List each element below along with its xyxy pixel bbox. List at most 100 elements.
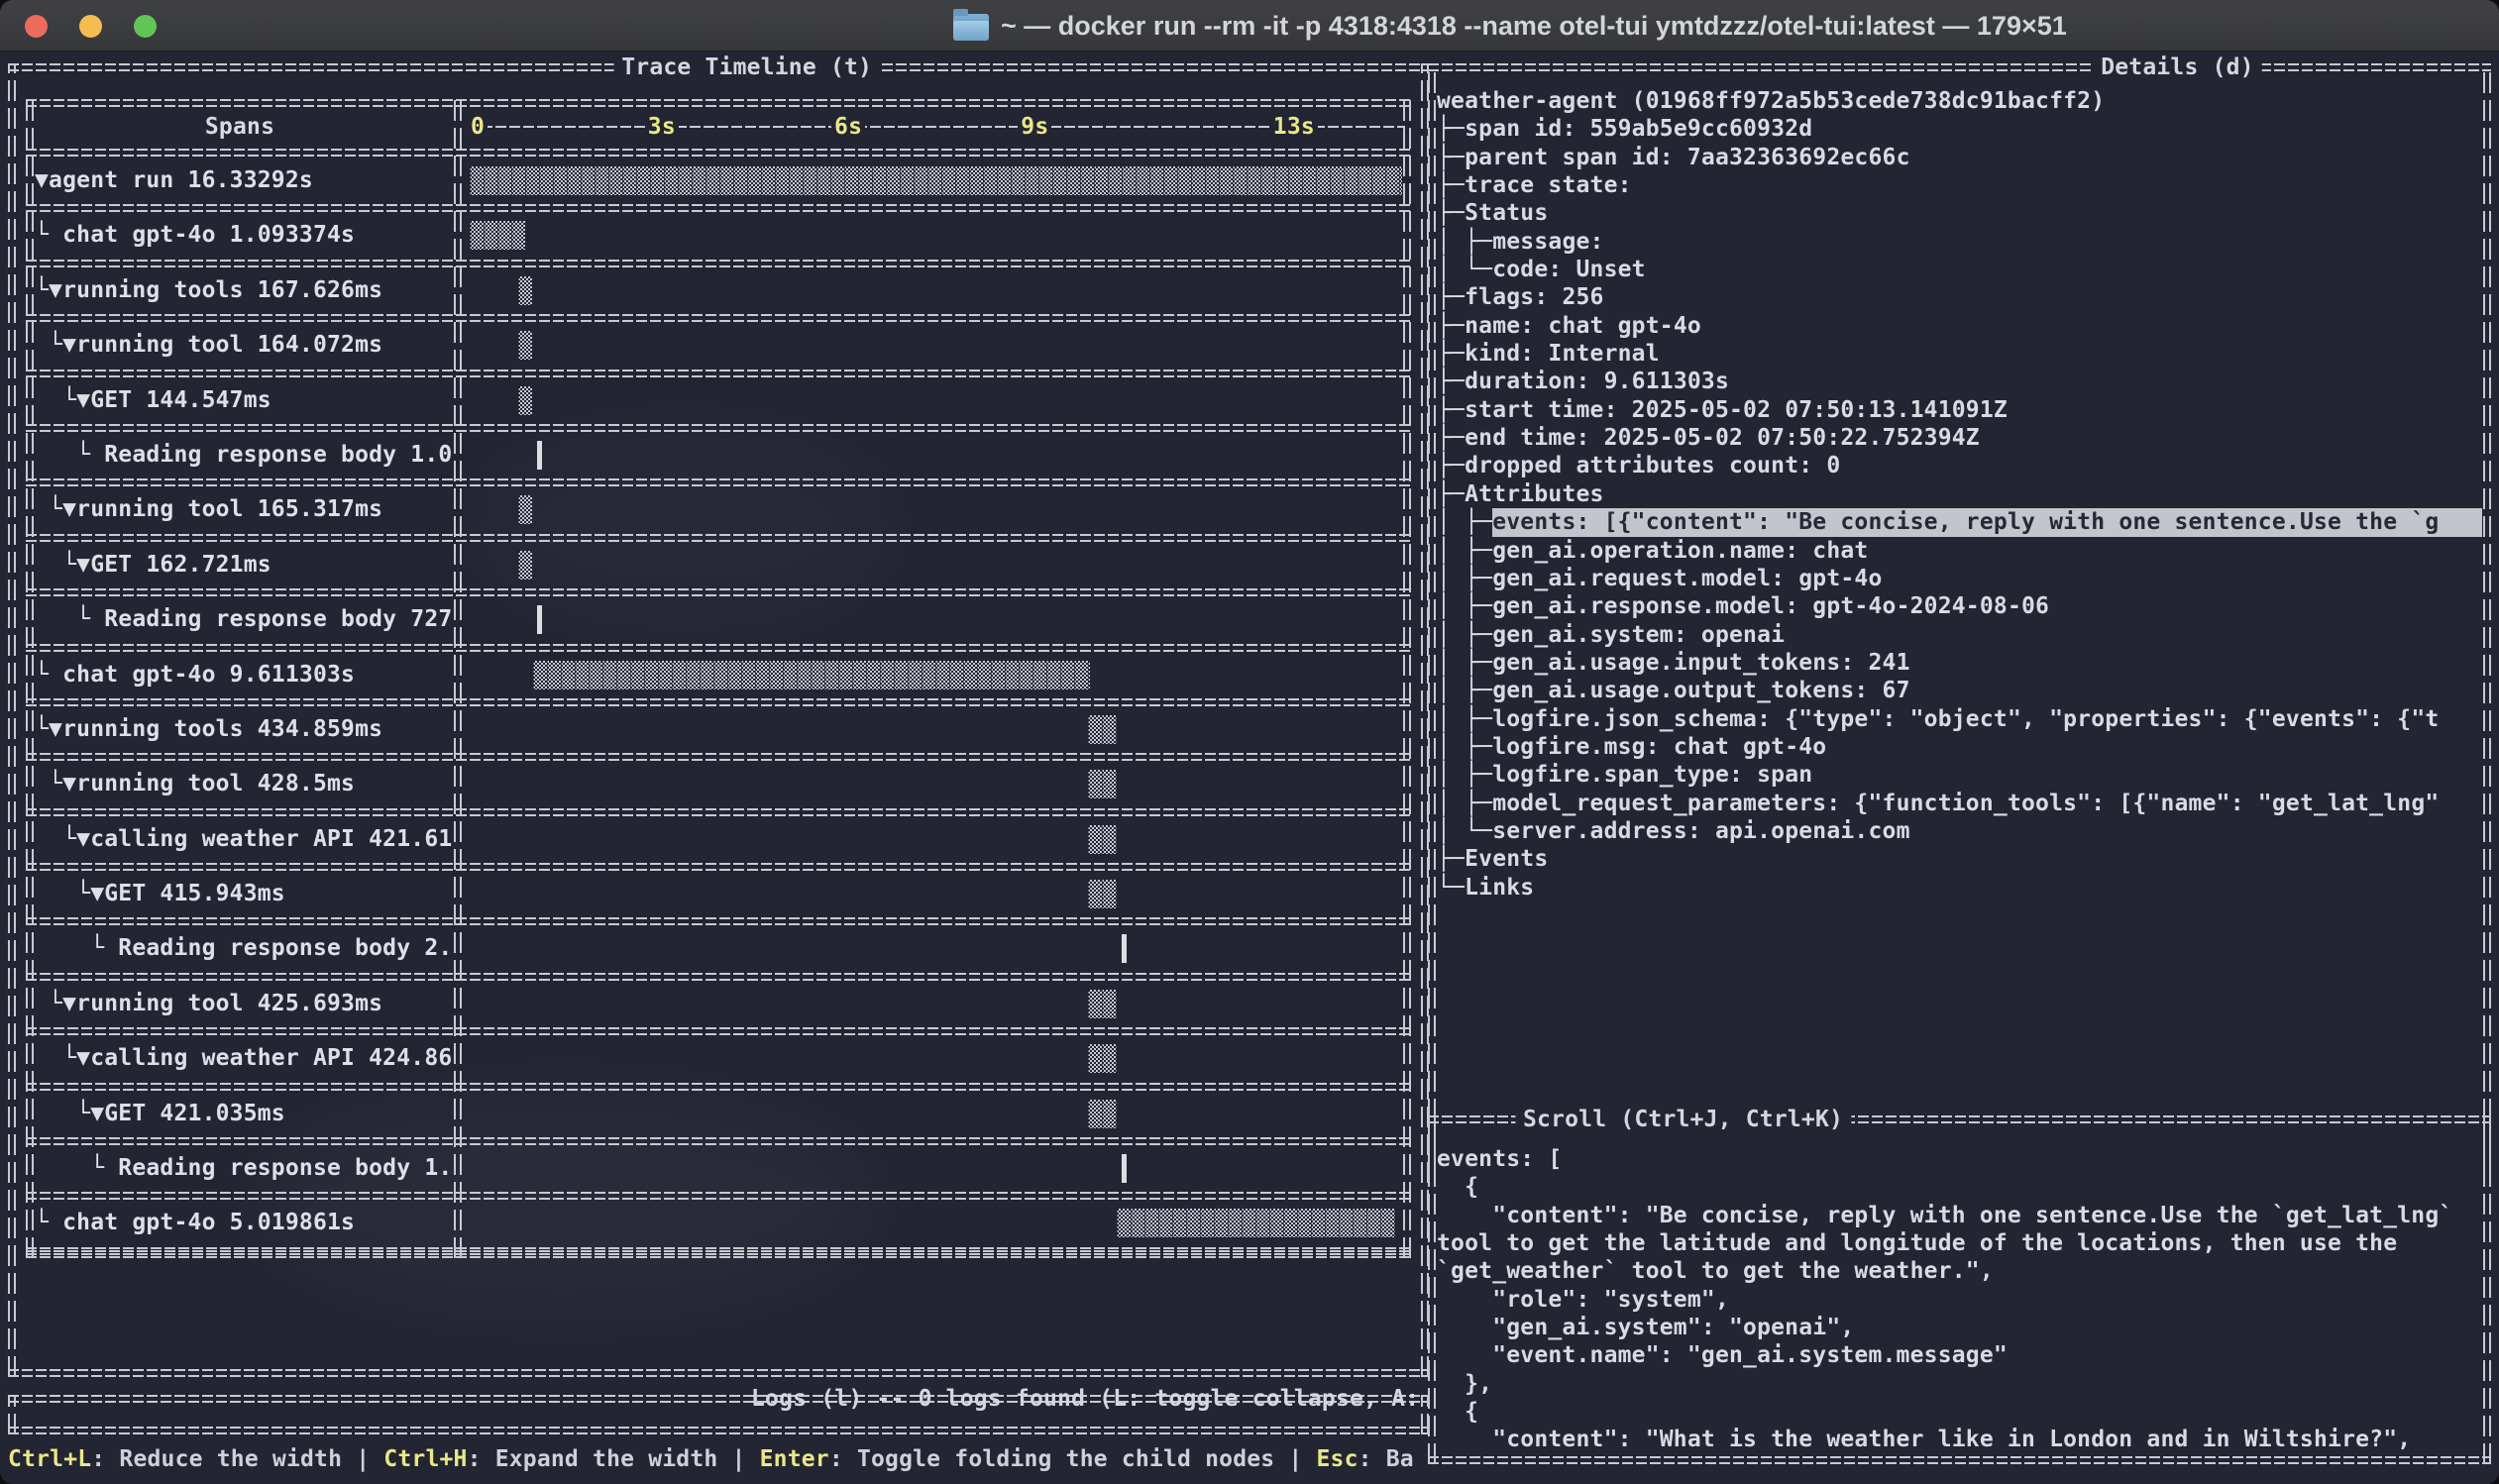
details-line[interactable]: ├─start time: 2025-05-02 07:50:13.141091…: [1437, 396, 2482, 424]
details-line-text: flags: 256: [1465, 283, 2482, 311]
details-line-text: server.address: api.openai.com: [1492, 817, 2482, 845]
span-row[interactable]: └▼calling weather API 424.86: [26, 1031, 1411, 1086]
table-header: Spans 03s6s9s13s: [26, 99, 1411, 154]
span-duration-bar: [1088, 880, 1116, 908]
details-line[interactable]: │ ├─gen_ai.request.model: gpt-4o: [1437, 565, 2482, 592]
details-line[interactable]: │ ├─gen_ai.usage.input_tokens: 241: [1437, 649, 2482, 677]
details-line[interactable]: ├─Events: [1437, 845, 2482, 873]
details-line[interactable]: │ ├─gen_ai.usage.output_tokens: 67: [1437, 677, 2482, 704]
span-row[interactable]: └▼running tool 164.072ms: [26, 318, 1411, 372]
details-panel[interactable]: Details (d) weather-agent (01968ff972a5b…: [1428, 63, 2491, 1175]
span-row[interactable]: └▼GET 144.547ms: [26, 373, 1411, 428]
details-line-text: message:: [1492, 228, 2482, 256]
span-duration-bar: [1122, 934, 1127, 963]
details-line[interactable]: │ ├─logfire.span_type: span: [1437, 761, 2482, 789]
span-row[interactable]: ▼agent run 16.33292s: [26, 154, 1411, 208]
details-line[interactable]: │ ├─gen_ai.system: openai: [1437, 621, 2482, 649]
details-line[interactable]: ├─dropped attributes count: 0: [1437, 452, 2482, 479]
scroll-panel[interactable]: Scroll (Ctrl+J, Ctrl+K) events: [ { "con…: [1428, 1115, 2491, 1464]
details-line[interactable]: │ ├─message:: [1437, 228, 2482, 256]
span-row-label: └▼running tool 164.072ms: [35, 318, 452, 372]
details-line[interactable]: ├─duration: 9.611303s: [1437, 368, 2482, 395]
tree-prefix: ├─: [1437, 144, 1465, 171]
window-title: ~ — docker run --rm -it -p 4318:4318 --n…: [1001, 11, 2067, 42]
scroll-body[interactable]: events: [ { "content": "Be concise, repl…: [1437, 1145, 2482, 1454]
details-line-text: gen_ai.usage.input_tokens: 241: [1492, 649, 2482, 677]
tree-prefix: ├─: [1437, 340, 1465, 368]
span-row[interactable]: └ Reading response body 727: [26, 592, 1411, 647]
details-line[interactable]: ├─kind: Internal: [1437, 340, 2482, 368]
axis-tick-label: 13s: [1270, 113, 1318, 141]
span-row-label: └ Reading response body 727: [35, 592, 452, 647]
span-row-track: [468, 428, 1405, 482]
panel-border: [8, 1395, 16, 1434]
details-line[interactable]: │ ├─events: [{"content": "Be concise, re…: [1437, 508, 2482, 536]
span-duration-bar: [1088, 1100, 1116, 1128]
title-bar[interactable]: ~ — docker run --rm -it -p 4318:4318 --n…: [0, 0, 2499, 52]
details-line[interactable]: weather-agent (01968ff972a5b53cede738dc9…: [1437, 87, 2482, 115]
span-row-label: └▼running tools 167.626ms: [35, 264, 452, 318]
spans-column-header: Spans: [26, 99, 454, 156]
minimize-button[interactable]: [79, 15, 102, 38]
details-line[interactable]: │ ├─gen_ai.operation.name: chat: [1437, 537, 2482, 565]
logs-panel[interactable]: Logs (l) -- 0 logs found (L: toggle coll…: [8, 1395, 1429, 1434]
span-row[interactable]: └ chat gpt-4o 5.019861s: [26, 1196, 1411, 1250]
span-row[interactable]: └▼running tool 165.317ms: [26, 482, 1411, 537]
details-line[interactable]: │ ├─gen_ai.response.model: gpt-4o-2024-0…: [1437, 592, 2482, 620]
details-line[interactable]: ├─parent span id: 7aa32363692ec66c: [1437, 144, 2482, 171]
span-duration-bar: [1088, 715, 1116, 744]
tree-prefix: ├─: [1437, 845, 1465, 873]
span-row[interactable]: └▼running tools 167.626ms: [26, 264, 1411, 318]
span-row[interactable]: └▼GET 415.943ms: [26, 867, 1411, 921]
tree-prefix: ├─: [1437, 452, 1465, 479]
span-row-track: [468, 648, 1405, 702]
details-line[interactable]: ├─end time: 2025-05-02 07:50:22.752394Z: [1437, 424, 2482, 452]
details-line-text: trace state:: [1465, 171, 2482, 199]
details-line[interactable]: │ └─server.address: api.openai.com: [1437, 817, 2482, 845]
scroll-line: "gen_ai.system": "openai",: [1437, 1314, 2482, 1341]
close-button[interactable]: [25, 15, 48, 38]
span-row-track: [468, 1196, 1405, 1250]
span-row[interactable]: └▼calling weather API 421.61: [26, 812, 1411, 867]
zoom-button[interactable]: [134, 15, 157, 38]
tree-prefix: │ ├─: [1437, 790, 1492, 817]
details-line[interactable]: ├─name: chat gpt-4o: [1437, 312, 2482, 340]
details-line[interactable]: ├─Attributes: [1437, 480, 2482, 508]
span-row[interactable]: └▼GET 162.721ms: [26, 538, 1411, 592]
trace-timeline-panel[interactable]: Trace Timeline (t) Spans 03s6s9s13s ▼age…: [8, 63, 1429, 1377]
span-row[interactable]: └ Reading response body 2.: [26, 921, 1411, 976]
span-row[interactable]: └ Reading response body 1.0: [26, 428, 1411, 482]
details-line-text: events: [{"content": "Be concise, reply …: [1492, 508, 2482, 536]
details-line[interactable]: ├─span id: 559ab5e9cc60932d: [1437, 115, 2482, 143]
details-line[interactable]: │ ├─model_request_parameters: {"function…: [1437, 790, 2482, 817]
span-row-label: └ Reading response body 1.0: [35, 428, 452, 482]
details-line[interactable]: ├─trace state:: [1437, 171, 2482, 199]
details-line-text: gen_ai.usage.output_tokens: 67: [1492, 677, 2482, 704]
span-row[interactable]: └▼running tool 425.693ms: [26, 977, 1411, 1031]
span-duration-bar: [1088, 990, 1116, 1018]
scroll-line: "role": "system",: [1437, 1286, 2482, 1314]
axis-tick-label: 0: [468, 113, 488, 141]
details-line[interactable]: └─Links: [1437, 874, 2482, 901]
span-row[interactable]: └▼running tools 434.859ms: [26, 702, 1411, 757]
details-line[interactable]: ├─Status: [1437, 199, 2482, 227]
details-line[interactable]: ├─flags: 256: [1437, 283, 2482, 311]
tree-prefix: ├─: [1437, 199, 1465, 227]
scroll-panel-title: Scroll (Ctrl+J, Ctrl+K): [1515, 1106, 1851, 1133]
span-duration-bar: [1088, 1044, 1116, 1073]
span-row[interactable]: └ Reading response body 1.: [26, 1141, 1411, 1196]
span-row[interactable]: └ chat gpt-4o 1.093374s: [26, 208, 1411, 263]
tree-prefix: ├─: [1437, 424, 1465, 452]
span-row-track: [468, 592, 1405, 647]
details-line[interactable]: │ ├─logfire.msg: chat gpt-4o: [1437, 733, 2482, 761]
span-row[interactable]: └▼running tool 428.5ms: [26, 757, 1411, 811]
details-line-text: gen_ai.request.model: gpt-4o: [1492, 565, 2482, 592]
span-row-track: [468, 154, 1405, 208]
details-line[interactable]: │ ├─logfire.json_schema: {"type": "objec…: [1437, 705, 2482, 733]
details-line[interactable]: │ └─code: Unset: [1437, 256, 2482, 283]
span-row[interactable]: └▼GET 421.035ms: [26, 1087, 1411, 1141]
folder-icon: [953, 14, 989, 41]
trace-panel-title: Trace Timeline (t): [613, 53, 880, 81]
span-row-track: [468, 757, 1405, 811]
span-row[interactable]: └ chat gpt-4o 9.611303s: [26, 648, 1411, 702]
